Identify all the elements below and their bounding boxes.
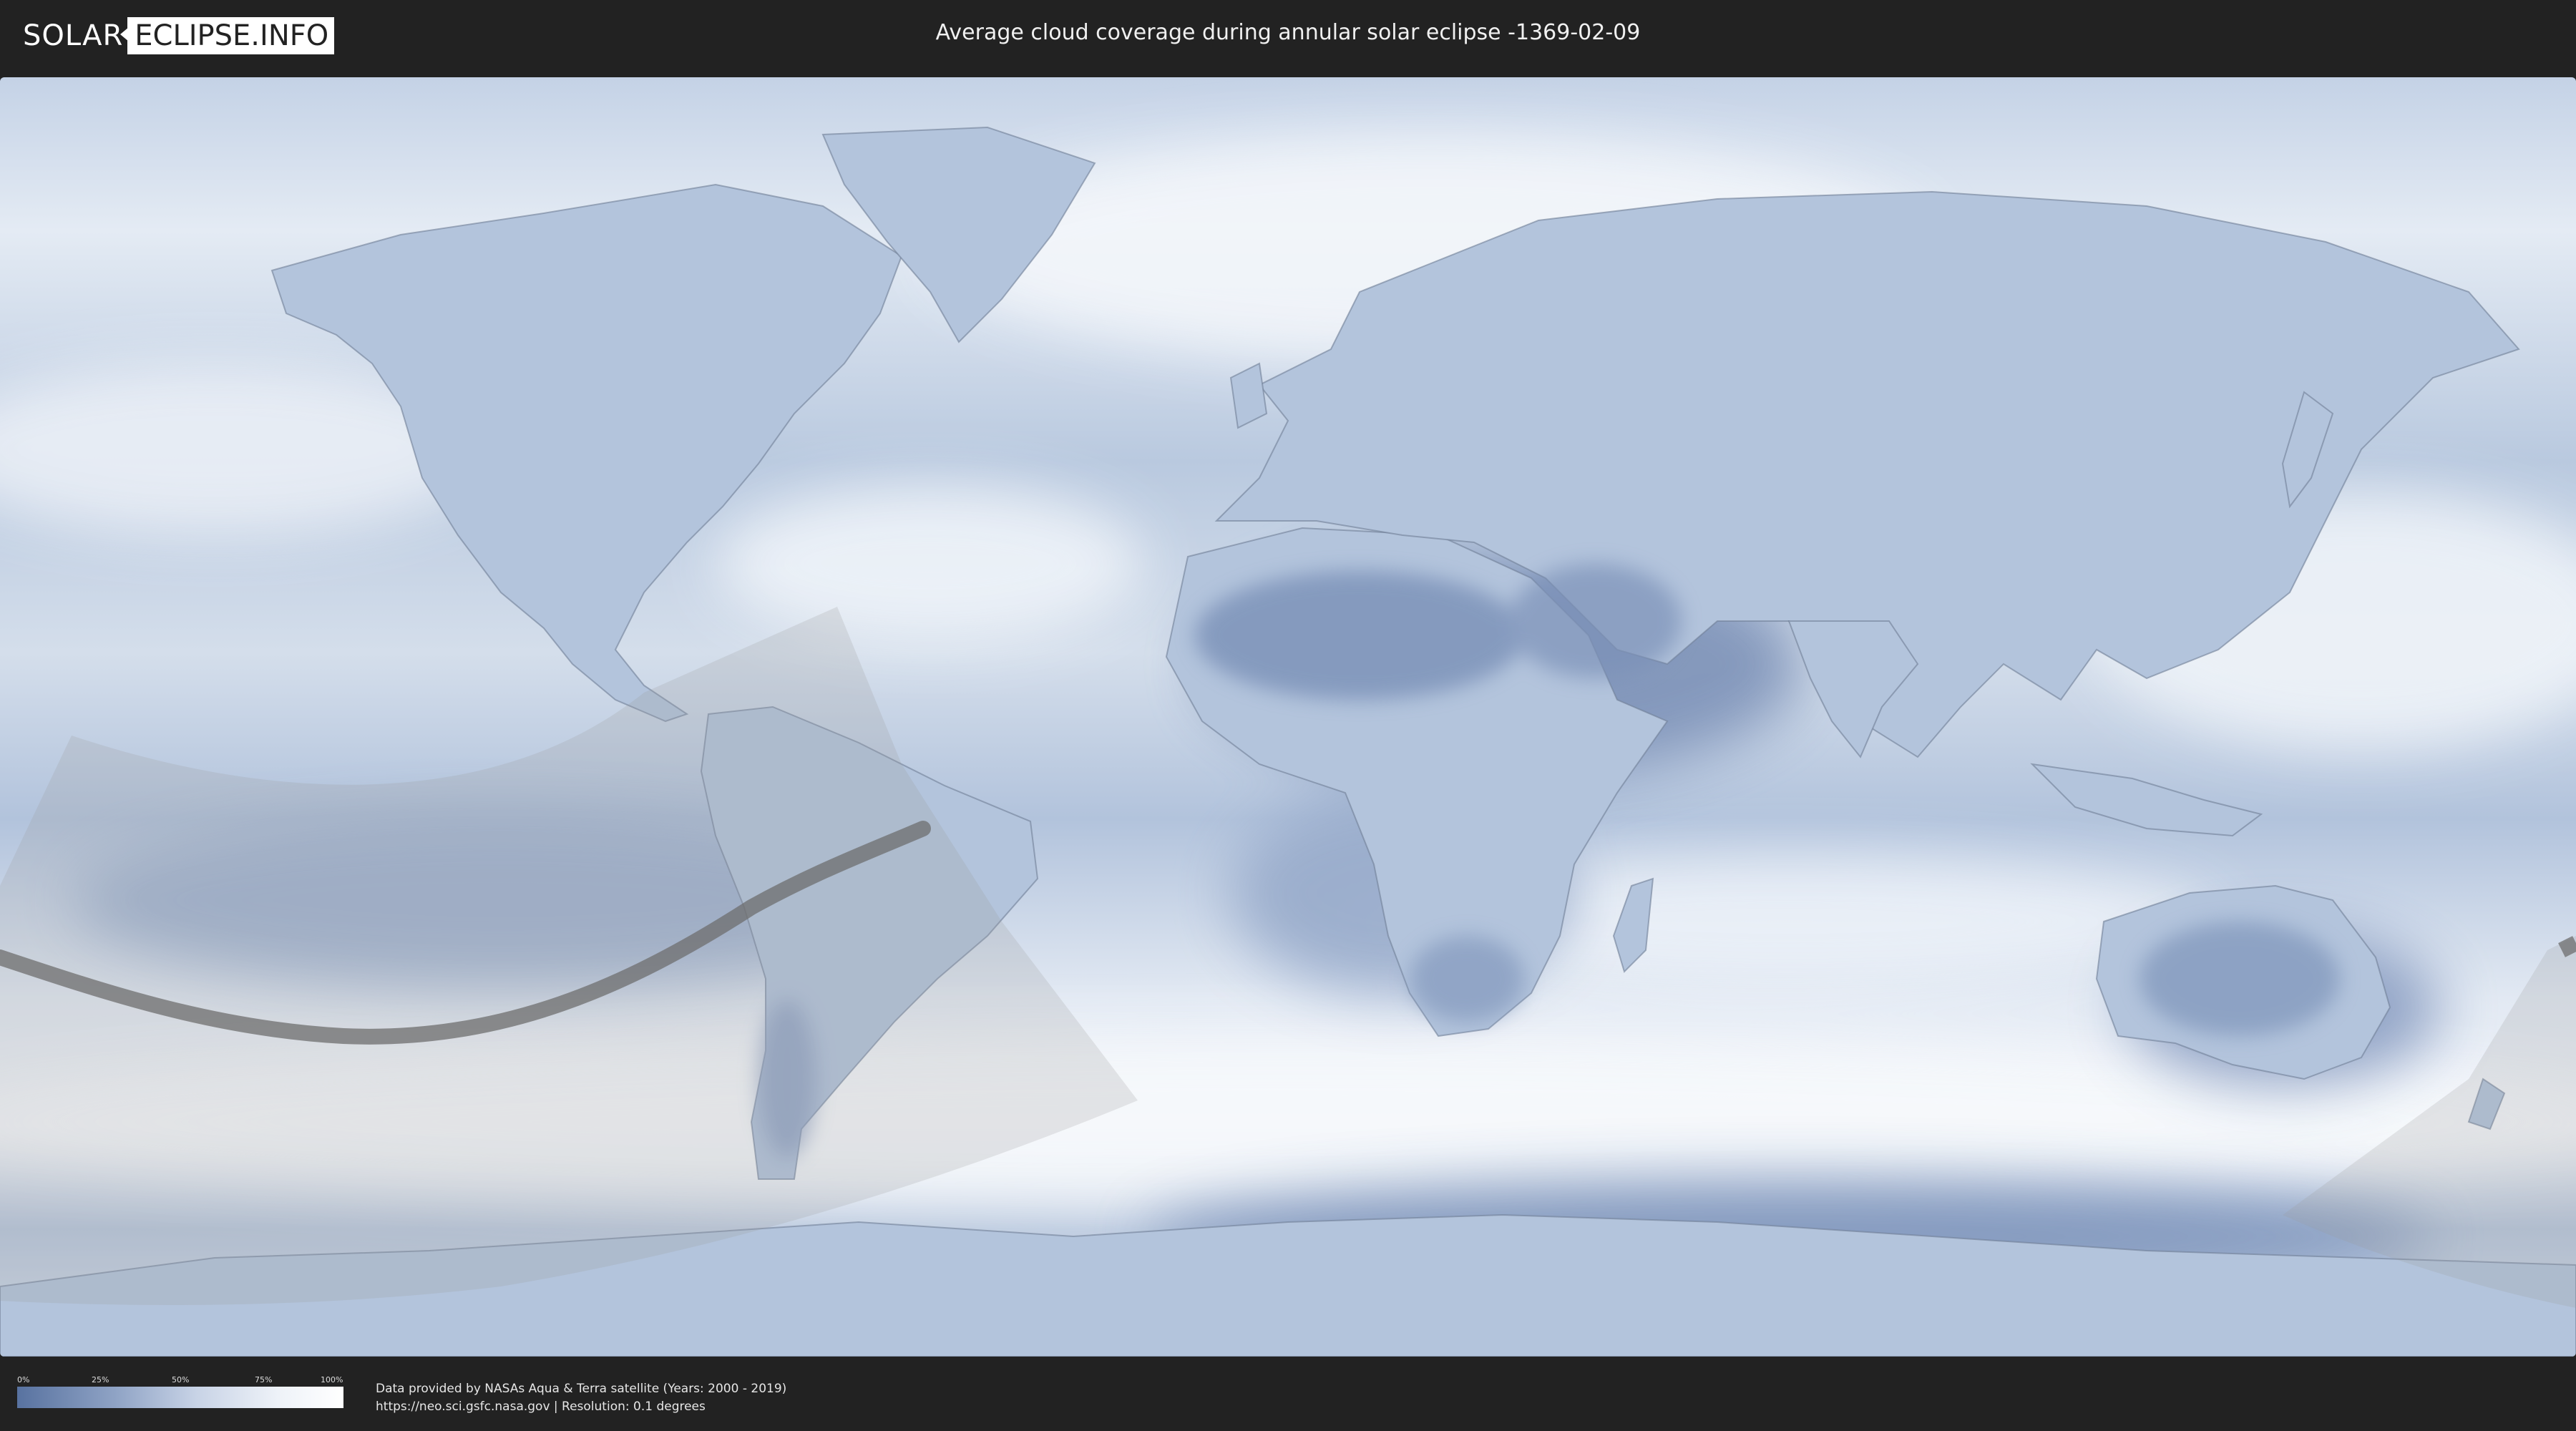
header-bar: SOLAR ECLIPSE.INFO Average cloud coverag… [0,0,2576,72]
cloud-coverage-legend: 0% 25% 50% 75% 100% [17,1375,343,1408]
data-credit: Data provided by NASAs Aqua & Terra sate… [376,1380,786,1416]
eclipse-central-path-east [2558,936,2576,957]
legend-tick-25: 25% [92,1375,109,1384]
map-canvas [0,77,2576,1357]
legend-tick-100: 100% [321,1375,343,1384]
legend-tick-75: 75% [255,1375,273,1384]
legend-ticks: 0% 25% 50% 75% 100% [17,1375,343,1387]
cloud-coverage-map[interactable] [0,77,2576,1357]
legend-gradient-bar [17,1387,343,1408]
legend-tick-50: 50% [172,1375,190,1384]
page-title: Average cloud coverage during annular so… [935,20,1641,45]
legend-tick-0: 0% [17,1375,30,1384]
credit-line-source: Data provided by NASAs Aqua & Terra sate… [376,1382,787,1396]
credit-line-url: https://neo.sci.gsfc.nasa.gov | Resoluti… [376,1400,706,1414]
